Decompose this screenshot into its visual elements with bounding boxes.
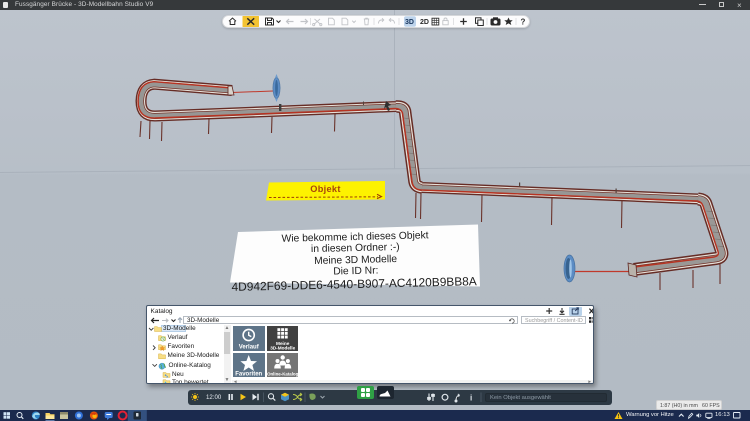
svg-text:i: i <box>470 394 472 403</box>
svg-text:3D-Modelle: 3D-Modelle <box>270 346 295 351</box>
svg-text:3D: 3D <box>405 19 414 26</box>
svg-text:Favoriten: Favoriten <box>235 371 262 377</box>
svg-text:?: ? <box>520 17 525 26</box>
svg-text:Verlauf: Verlauf <box>239 345 260 351</box>
svg-text:Online-Katalog: Online-Katalog <box>267 371 298 376</box>
svg-text:2D: 2D <box>420 19 429 26</box>
